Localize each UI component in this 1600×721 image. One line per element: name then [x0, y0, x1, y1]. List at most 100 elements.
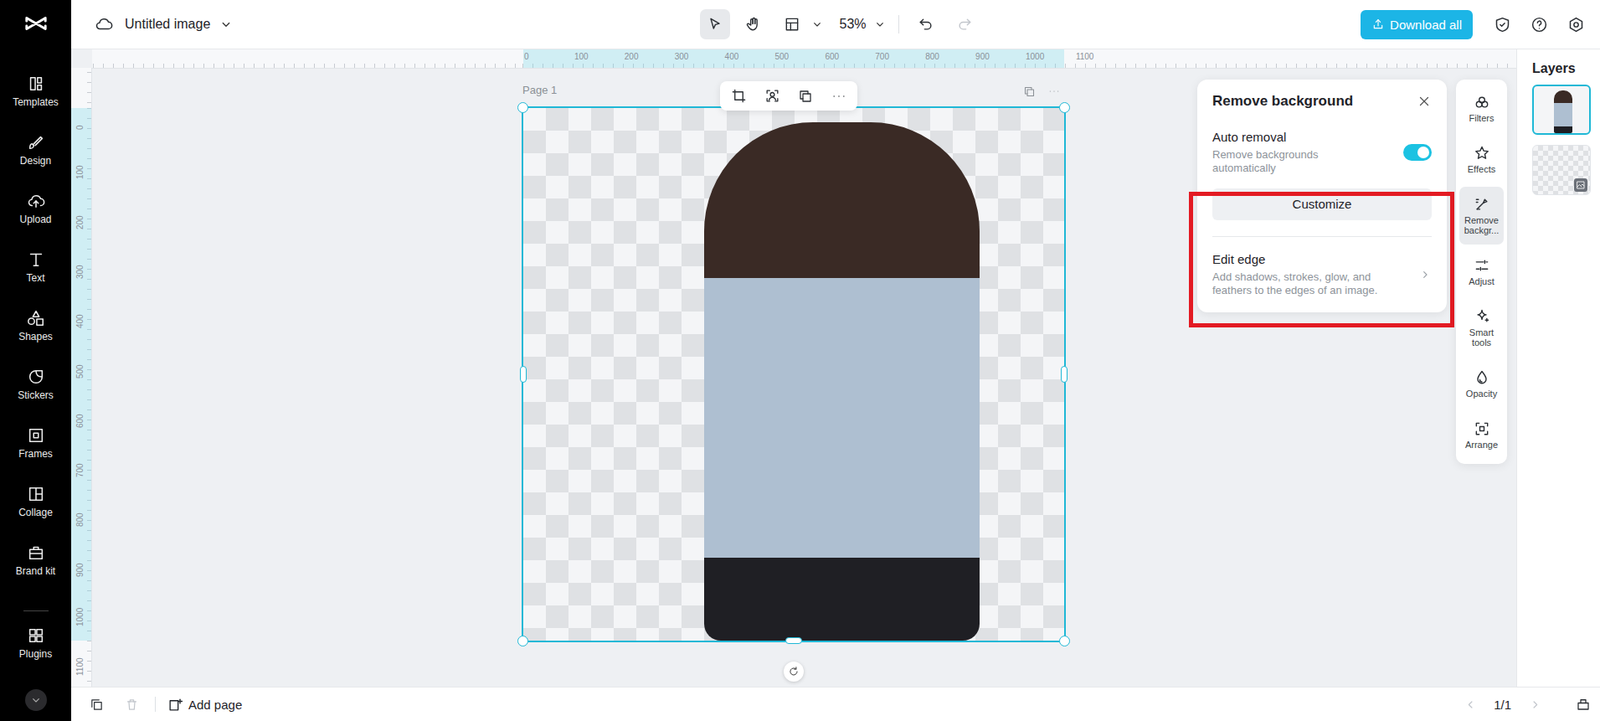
- property-tab[interactable]: Smart tools: [1459, 298, 1504, 357]
- brand-icon: [26, 543, 46, 562]
- drawer-button[interactable]: [1571, 692, 1595, 716]
- page-label[interactable]: Page 1: [522, 83, 557, 97]
- sidebar-item[interactable]: Design: [2, 124, 70, 184]
- sidebar-item[interactable]: Collage: [2, 476, 70, 536]
- ruler-label: 900: [75, 562, 85, 577]
- trash-icon: [124, 697, 139, 712]
- duplicate-button[interactable]: [793, 84, 818, 109]
- resize-handle[interactable]: [785, 637, 803, 644]
- resize-handle[interactable]: [517, 102, 529, 114]
- pages-button[interactable]: [84, 692, 109, 716]
- property-tab-label: Opacity: [1466, 388, 1498, 399]
- copy-icon: [1023, 85, 1036, 98]
- layers-title: Layers: [1532, 61, 1594, 77]
- sidebar-expand-button[interactable]: [25, 689, 47, 711]
- customize-button[interactable]: Customize: [1212, 188, 1432, 221]
- sidebar-item-label: Plugins: [19, 648, 52, 661]
- resize-handle[interactable]: [1059, 635, 1071, 647]
- tool-menu-button[interactable]: [810, 17, 824, 31]
- undo-button[interactable]: [910, 9, 942, 40]
- property-tab[interactable]: Effects: [1459, 135, 1504, 184]
- ruler-label: 700: [75, 463, 85, 478]
- resize-handle[interactable]: [517, 635, 529, 647]
- sidebar-item[interactable]: Brand kit: [2, 535, 70, 594]
- download-all-button[interactable]: Download all: [1360, 10, 1473, 40]
- cutout-photo[interactable]: [704, 122, 980, 641]
- zoom-level[interactable]: 53%: [832, 16, 870, 32]
- ruler-label: 0: [75, 124, 85, 130]
- image-icon: [1575, 180, 1586, 191]
- crop-button[interactable]: [726, 84, 751, 109]
- sidebar-item-label: Collage: [18, 506, 53, 520]
- shield-icon: [1493, 15, 1512, 34]
- auto-removal-text: Auto removal Remove backgrounds automatic…: [1212, 128, 1372, 175]
- auto-removal-toggle[interactable]: [1403, 144, 1432, 161]
- sidebar-item[interactable]: Frames: [2, 417, 70, 477]
- property-tab[interactable]: Filters: [1459, 84, 1504, 133]
- panel-header: Remove background: [1197, 92, 1447, 111]
- property-tab[interactable]: Remove backgr...: [1459, 186, 1504, 245]
- bottom-divider: [154, 696, 156, 712]
- cloud-sync-button[interactable]: [91, 9, 117, 40]
- sidebar-item[interactable]: Text: [2, 241, 70, 301]
- add-page-button[interactable]: Add page: [167, 696, 242, 713]
- ruler-label: 700: [873, 51, 890, 62]
- help-button[interactable]: [1526, 9, 1552, 40]
- property-tab[interactable]: Arrange: [1459, 411, 1504, 459]
- next-page-button[interactable]: [1522, 692, 1547, 716]
- resize-handle[interactable]: [519, 365, 527, 383]
- zoom-menu-button[interactable]: [873, 17, 887, 31]
- tool-button[interactable]: [738, 9, 769, 40]
- title-menu-button[interactable]: [218, 16, 234, 32]
- property-tab[interactable]: Opacity: [1459, 360, 1504, 408]
- sidebar-item-label: Shapes: [18, 330, 53, 344]
- sidebar-item[interactable]: Stickers: [2, 359, 70, 418]
- design-icon: [26, 133, 46, 152]
- remove_bg-icon: [1473, 195, 1491, 213]
- chevron-right-icon: [1527, 697, 1543, 712]
- sidebar-item[interactable]: Templates: [2, 66, 70, 125]
- export-icon: [1371, 17, 1385, 31]
- redo-button[interactable]: [949, 9, 980, 40]
- main-area: Untitled image53%Download all01002003004…: [71, 0, 1600, 721]
- delete-page-button[interactable]: [119, 692, 144, 716]
- property-tab-label: Effects: [1467, 164, 1496, 175]
- ruler-label: 100: [572, 51, 589, 62]
- edit-edge-open: [1418, 267, 1432, 282]
- previous-page-button[interactable]: [1458, 692, 1482, 716]
- edit-edge-row[interactable]: Edit edgeAdd shadows, strokes, glow, and…: [1197, 236, 1447, 298]
- page-canvas[interactable]: [523, 108, 1065, 641]
- property-tab[interactable]: Adjust: [1459, 247, 1504, 296]
- settings-button[interactable]: [1563, 9, 1589, 40]
- top-bar: Untitled image 53% Download all: [71, 0, 1600, 50]
- page-more-button[interactable]: [1045, 82, 1063, 100]
- effects-icon: [1473, 144, 1491, 162]
- sidebar-item[interactable]: Shapes: [2, 300, 70, 360]
- smart-icon: [1473, 308, 1491, 325]
- sidebar: TemplatesDesignUploadText Shapes StickersF…: [0, 0, 72, 721]
- select-icon: [706, 15, 724, 33]
- resize-handle[interactable]: [1059, 102, 1071, 114]
- layer-thumbnail[interactable]: [1532, 84, 1591, 135]
- more-button[interactable]: [827, 84, 851, 109]
- cutout-button[interactable]: [760, 84, 784, 109]
- sidebar-item[interactable]: Upload: [2, 183, 70, 242]
- app-logo-icon[interactable]: [22, 10, 50, 37]
- auto-removal-description: Remove backgrounds automatically: [1212, 148, 1372, 175]
- workspace: 0100200300400500600700800900100011000100…: [71, 49, 1600, 687]
- auto-removal-row: Auto removal Remove backgrounds automatic…: [1197, 128, 1447, 175]
- redo-icon: [956, 15, 973, 33]
- sidebar-item[interactable]: Plugins: [2, 617, 70, 677]
- duplicate-page-button[interactable]: [1020, 82, 1038, 100]
- resize-handle[interactable]: [1060, 365, 1068, 383]
- tool-button[interactable]: [699, 9, 731, 40]
- stickers-icon: [26, 367, 46, 386]
- shield-button[interactable]: [1489, 9, 1515, 40]
- tool-button[interactable]: [776, 9, 808, 40]
- auto-removal-label: Auto removal: [1212, 128, 1372, 146]
- ruler-label: 200: [75, 215, 85, 230]
- document-title[interactable]: Untitled image: [124, 16, 211, 32]
- rotate-handle[interactable]: [783, 661, 804, 682]
- layer-thumbnail[interactable]: [1532, 144, 1591, 196]
- close-button[interactable]: [1416, 93, 1432, 109]
